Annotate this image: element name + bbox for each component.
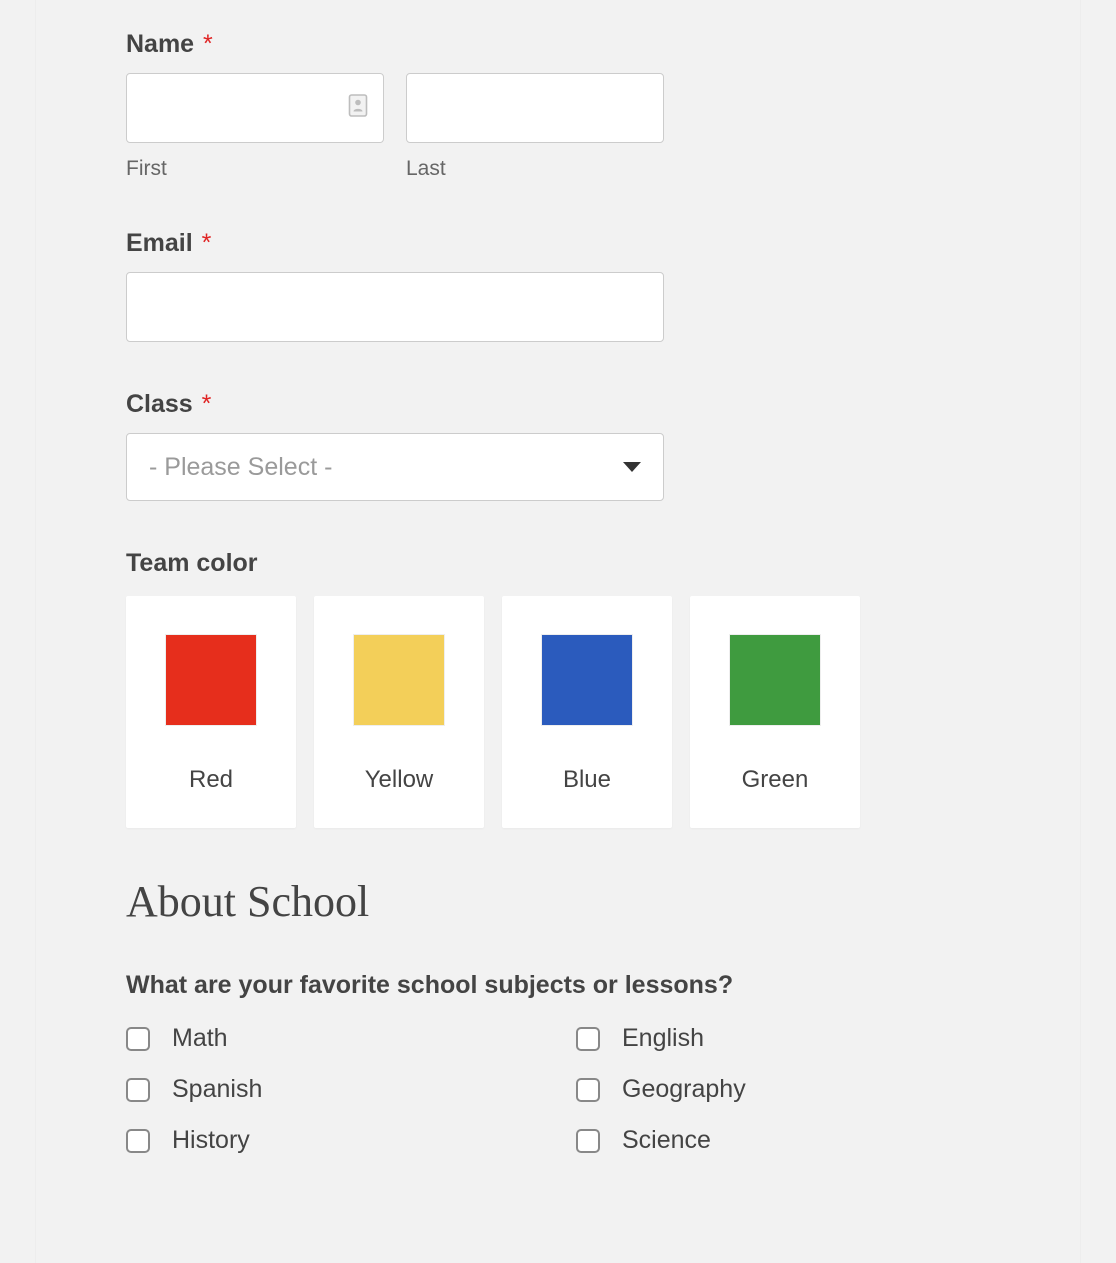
form-container: Name * First Las — [35, 0, 1081, 1263]
color-option-label: Green — [742, 766, 809, 794]
subject-checkbox[interactable] — [576, 1078, 600, 1102]
color-option-red[interactable]: Red — [126, 596, 296, 828]
class-select[interactable]: - Please Select - — [126, 433, 664, 501]
team-color-options: Red Yellow Blue Green — [126, 596, 990, 828]
checkbox-item-english: English — [576, 1024, 990, 1053]
subjects-grid: Math English Spanish Geography History S… — [126, 1024, 990, 1155]
email-field-group: Email * — [126, 229, 990, 342]
section-heading: About School — [126, 876, 990, 927]
name-label: Name * — [126, 30, 990, 59]
subject-checkbox[interactable] — [126, 1027, 150, 1051]
first-name-sublabel: First — [126, 157, 384, 181]
color-swatch — [353, 634, 445, 726]
email-input[interactable] — [126, 272, 664, 342]
checkbox-item-science: Science — [576, 1126, 990, 1155]
color-swatch — [729, 634, 821, 726]
checkbox-item-geography: Geography — [576, 1075, 990, 1104]
color-option-yellow[interactable]: Yellow — [314, 596, 484, 828]
class-label: Class * — [126, 390, 990, 419]
subject-checkbox[interactable] — [576, 1027, 600, 1051]
subject-checkbox[interactable] — [126, 1078, 150, 1102]
last-name-input[interactable] — [406, 73, 664, 143]
contact-fill-icon — [348, 94, 368, 123]
chevron-down-icon — [623, 462, 641, 472]
color-option-label: Red — [189, 766, 233, 794]
subject-label[interactable]: English — [622, 1024, 704, 1053]
required-asterisk: * — [202, 390, 212, 418]
name-label-text: Name — [126, 30, 194, 58]
class-field-group: Class * - Please Select - — [126, 390, 990, 501]
last-name-sublabel: Last — [406, 157, 664, 181]
subject-label[interactable]: History — [172, 1126, 250, 1155]
email-label-text: Email — [126, 229, 193, 257]
subject-label[interactable]: Spanish — [172, 1075, 262, 1104]
subject-label[interactable]: Math — [172, 1024, 228, 1053]
checkbox-item-math: Math — [126, 1024, 576, 1053]
subject-checkbox[interactable] — [576, 1129, 600, 1153]
first-name-col: First — [126, 73, 384, 181]
required-asterisk: * — [202, 229, 212, 257]
color-option-label: Blue — [563, 766, 611, 794]
team-color-label: Team color — [126, 549, 990, 578]
team-color-field-group: Team color Red Yellow Blue Green — [126, 549, 990, 828]
first-name-input-wrap — [126, 73, 384, 143]
color-option-green[interactable]: Green — [690, 596, 860, 828]
color-swatch — [165, 634, 257, 726]
name-field-group: Name * First Las — [126, 30, 990, 181]
first-name-input[interactable] — [126, 73, 384, 143]
checkbox-item-spanish: Spanish — [126, 1075, 576, 1104]
email-label: Email * — [126, 229, 990, 258]
class-select-wrap: - Please Select - — [126, 433, 664, 501]
checkbox-item-history: History — [126, 1126, 576, 1155]
name-row: First Last — [126, 73, 990, 181]
class-label-text: Class — [126, 390, 193, 418]
subject-label[interactable]: Science — [622, 1126, 711, 1155]
required-asterisk: * — [203, 30, 213, 58]
subjects-question: What are your favorite school subjects o… — [126, 971, 990, 1000]
subject-label[interactable]: Geography — [622, 1075, 746, 1104]
color-option-blue[interactable]: Blue — [502, 596, 672, 828]
color-swatch — [541, 634, 633, 726]
subjects-field-group: What are your favorite school subjects o… — [126, 971, 990, 1155]
subject-checkbox[interactable] — [126, 1129, 150, 1153]
color-option-label: Yellow — [365, 766, 434, 794]
last-name-col: Last — [406, 73, 664, 181]
class-select-placeholder: - Please Select - — [149, 453, 332, 482]
